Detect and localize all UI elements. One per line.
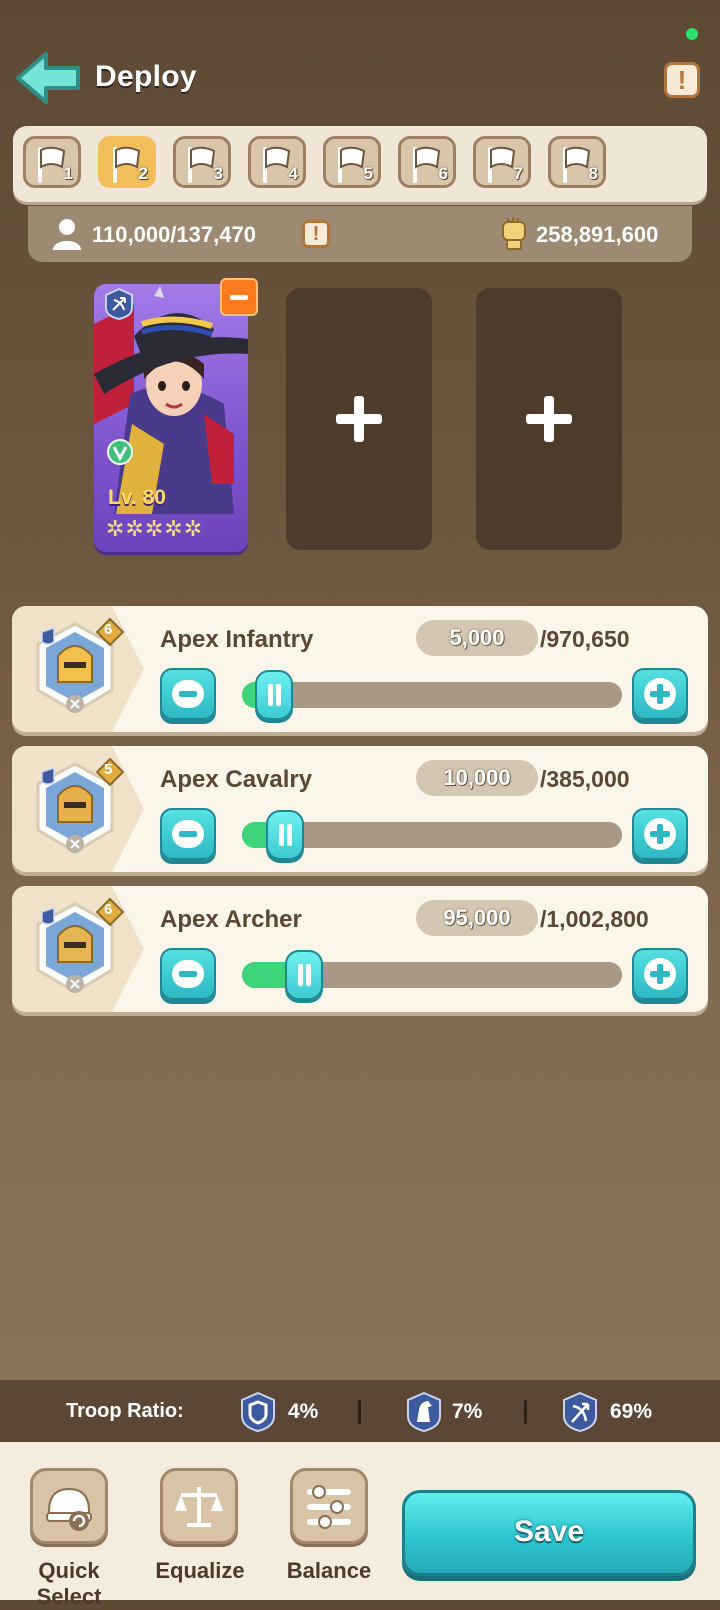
ratio-divider	[524, 1400, 527, 1424]
infantry-ratio: 4%	[288, 1400, 319, 1423]
deploy-stats-bar: 110,000/137,470 ! 258,891,600	[28, 206, 692, 262]
back-arrow-icon	[16, 52, 80, 104]
exclamation-icon: !	[312, 223, 320, 245]
fist-power-icon	[502, 217, 526, 250]
formation-tab-5[interactable]: 5	[323, 136, 381, 188]
troop-max-count: /970,650	[540, 626, 630, 652]
formation-tab-number: 1	[63, 164, 73, 183]
equalize-label: Equalize	[155, 1558, 245, 1583]
increase-troops-button[interactable]	[632, 808, 688, 860]
cavalry-ratio: 7%	[452, 1400, 483, 1423]
formation-tab-number: 4	[288, 164, 298, 183]
troop-row: 6 Apex Archer 95,000/1,002,800	[12, 886, 708, 1012]
balance-label: Balance	[286, 1558, 372, 1583]
troop-name: Apex Cavalry	[160, 766, 313, 793]
save-label: Save	[513, 1515, 585, 1548]
troop-tier: 5	[104, 761, 113, 778]
hero-card[interactable]: Lv. 80 ✲✲✲✲✲	[94, 284, 248, 552]
troop-row: 5 Apex Cavalry 10,000/385,000	[12, 746, 708, 872]
ratio-divider	[358, 1400, 361, 1424]
formation-tab-1[interactable]: 1	[23, 136, 81, 188]
formation-tab-number: 8	[588, 164, 598, 183]
troop-tier: 6	[104, 621, 113, 638]
plus-icon	[336, 396, 382, 442]
troop-max-count: /1,002,800	[540, 906, 649, 932]
capacity-info-button[interactable]: !	[302, 220, 330, 248]
save-button[interactable]: Save	[402, 1490, 696, 1576]
formation-tab-number: 2	[138, 164, 148, 183]
quick-select-button[interactable]	[30, 1468, 108, 1544]
formation-tab-8[interactable]: 8	[548, 136, 606, 188]
hero-star-rating: ✲✲✲✲✲	[106, 516, 204, 541]
archer-class-icon	[105, 288, 133, 320]
plus-icon	[644, 678, 676, 710]
plus-icon	[644, 958, 676, 990]
troop-ratio-label: Troop Ratio:	[66, 1400, 184, 1422]
sliders-icon	[307, 1485, 351, 1529]
info-alert-button[interactable]: !	[664, 62, 700, 98]
increase-troops-button[interactable]	[632, 948, 688, 1000]
troop-name: Apex Archer	[160, 906, 302, 933]
hero-portrait	[94, 286, 248, 514]
archer-bow-icon	[563, 1392, 597, 1432]
plus-icon	[644, 818, 676, 850]
troop-capacity: 110,000/137,470	[92, 222, 256, 247]
troop-person-icon	[53, 219, 81, 250]
troop-count-input[interactable]: 5,000	[416, 620, 538, 656]
formation-tab-4[interactable]: 4	[248, 136, 306, 188]
minus-icon	[172, 680, 204, 708]
equalize-button[interactable]	[160, 1468, 238, 1544]
page-title: Deploy	[95, 60, 197, 93]
formation-tab-6[interactable]: 6	[398, 136, 456, 188]
remove-hero-button[interactable]	[220, 278, 258, 316]
helmet-refresh-icon	[46, 1487, 92, 1531]
bottom-toolbar: Quick Select Equalize Balance Save	[0, 1442, 720, 1609]
minus-icon	[172, 820, 204, 848]
decrease-troops-button[interactable]	[160, 808, 216, 860]
decrease-troops-button[interactable]	[160, 948, 216, 1000]
cavalry-horse-icon	[407, 1392, 441, 1432]
balance-button[interactable]	[290, 1468, 368, 1544]
decrease-troops-button[interactable]	[160, 668, 216, 720]
troop-slider-thumb[interactable]	[266, 810, 304, 860]
scales-icon	[175, 1487, 223, 1527]
formation-tab-number: 6	[438, 164, 448, 183]
troop-slider-thumb[interactable]	[285, 950, 323, 1000]
formation-tab-number: 3	[213, 164, 223, 183]
troop-name: Apex Infantry	[160, 626, 314, 653]
quick-select-label: Quick Select	[36, 1558, 102, 1609]
hero-level: Lv. 80	[108, 486, 166, 509]
archer-ratio: 69%	[610, 1400, 653, 1423]
formation-tab-7[interactable]: 7	[473, 136, 531, 188]
troop-slider-thumb[interactable]	[255, 670, 293, 720]
troop-count-input[interactable]: 95,000	[416, 900, 538, 936]
formation-tab-2[interactable]: 2	[98, 136, 156, 188]
empty-hero-slot[interactable]	[476, 288, 622, 550]
troop-tier: 6	[104, 901, 113, 918]
exclamation-icon: !	[677, 65, 687, 95]
minus-icon	[172, 960, 204, 988]
troop-ratio-bar: Troop Ratio: 4% 7% 69%	[0, 1380, 720, 1442]
formation-tab-number: 5	[363, 164, 373, 183]
formation-tab-number: 7	[513, 164, 523, 183]
infantry-shield-icon	[241, 1392, 275, 1432]
increase-troops-button[interactable]	[632, 668, 688, 720]
troop-count-input[interactable]: 10,000	[416, 760, 538, 796]
empty-hero-slot[interactable]	[286, 288, 432, 550]
formation-tab-bar: 1 2 3 4 5 6 7 8	[13, 126, 707, 202]
back-button[interactable]	[14, 48, 84, 108]
formation-tab-3[interactable]: 3	[173, 136, 231, 188]
troop-row: 6 Apex Infantry 5,000/970,650	[12, 606, 708, 732]
hero-rarity-badge-icon	[107, 439, 133, 465]
plus-icon	[526, 396, 572, 442]
total-power: 258,891,600	[536, 222, 659, 247]
troop-slider[interactable]	[242, 810, 622, 860]
status-indicator	[686, 28, 698, 40]
troop-max-count: /385,000	[540, 766, 630, 792]
troop-slider[interactable]	[242, 950, 622, 1000]
troop-slider[interactable]	[242, 670, 622, 720]
